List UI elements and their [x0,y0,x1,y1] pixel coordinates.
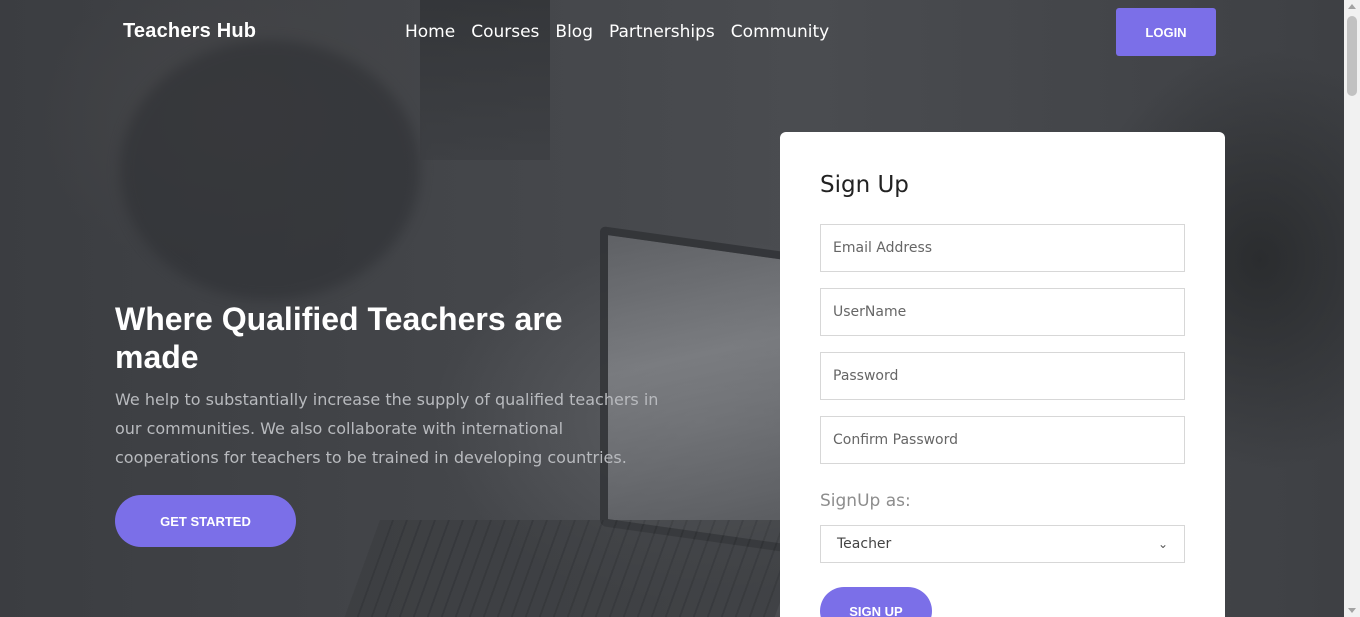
background-person [120,40,420,300]
main-nav: Home Courses Blog Partnerships Community [405,22,829,42]
username-field[interactable] [820,288,1185,336]
nav-courses[interactable]: Courses [471,22,539,42]
background-keyboard [339,520,811,617]
brand-logo[interactable]: Teachers Hub [123,20,256,43]
nav-partnerships[interactable]: Partnerships [609,22,715,42]
chevron-down-icon: ⌄ [1157,537,1168,551]
nav-blog[interactable]: Blog [555,22,593,42]
role-select-value: Teacher [837,536,892,552]
signup-title: Sign Up [820,172,909,198]
nav-community[interactable]: Community [731,22,829,42]
scroll-down-icon[interactable] [1348,608,1356,613]
signup-card: Sign Up SignUp as: Teacher ⌄ SIGN UP [780,132,1225,617]
email-field[interactable] [820,224,1185,272]
confirm-password-field[interactable] [820,416,1185,464]
password-field[interactable] [820,352,1185,400]
hero-description: We help to substantially increase the su… [115,390,659,467]
get-started-button[interactable]: GET STARTED [115,495,296,547]
nav-home[interactable]: Home [405,22,455,42]
scroll-up-icon[interactable] [1348,4,1356,9]
role-select[interactable]: Teacher ⌄ [820,525,1185,563]
signup-as-label: SignUp as: [820,491,911,511]
login-button[interactable]: LOGIN [1116,8,1216,56]
signup-button[interactable]: SIGN UP [820,587,932,617]
hero-headline: Where Qualified Teachers are made [115,301,563,375]
page-scrollbar[interactable] [1344,0,1360,617]
scroll-thumb[interactable] [1347,16,1357,96]
